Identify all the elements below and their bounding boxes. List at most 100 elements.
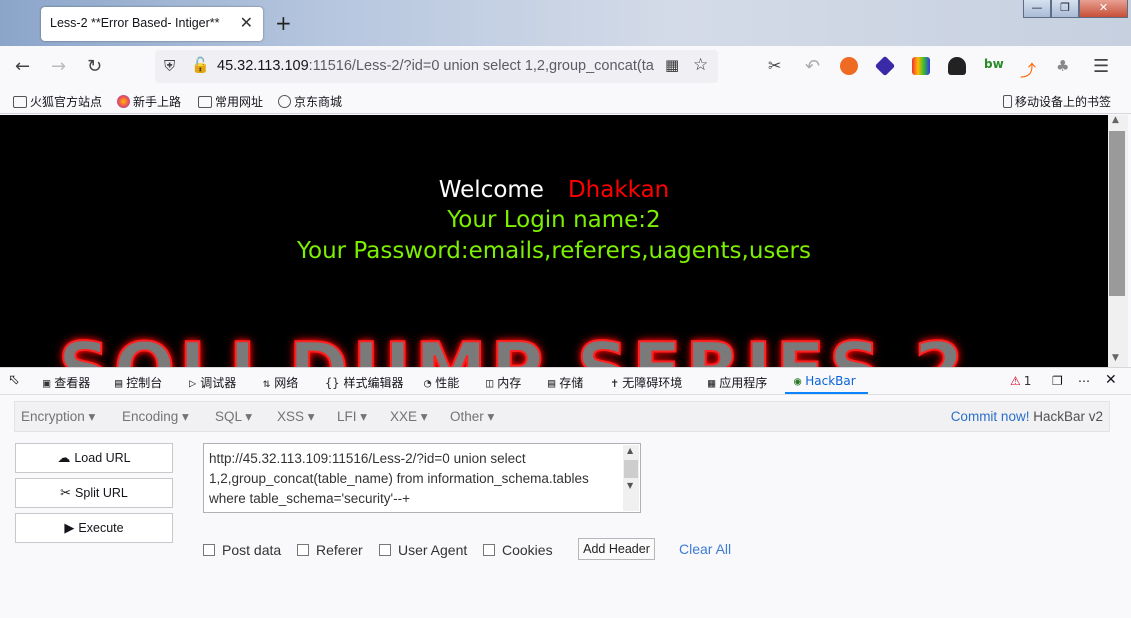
- referer-checkbox[interactable]: Referer: [297, 542, 363, 558]
- scroll-thumb[interactable]: [624, 460, 638, 478]
- dock-icon[interactable]: ❐: [1052, 374, 1063, 388]
- hackbar-menu: Encryption ▾ Encoding ▾ SQL ▾ XSS ▾ LFI …: [14, 401, 1110, 432]
- scroll-up-icon[interactable]: ▲: [1112, 115, 1119, 125]
- page-scrollbar[interactable]: ▲ ▼: [1108, 115, 1128, 367]
- browser-tab[interactable]: Less-2 **Error Based- Intiger** ✕: [41, 7, 263, 41]
- reload-icon[interactable]: ↻: [87, 56, 102, 77]
- user-agent-checkbox[interactable]: User Agent: [379, 542, 467, 558]
- element-picker-icon[interactable]: ⬁: [8, 372, 20, 388]
- window-close-button[interactable]: ✕: [1079, 0, 1128, 18]
- tab-network[interactable]: ⇅ 网络: [263, 374, 298, 391]
- bookmark-label: 移动设备上的书签: [1015, 95, 1112, 109]
- textarea-scrollbar[interactable]: ▲ ▼: [623, 445, 639, 511]
- mobile-icon: [1003, 95, 1012, 108]
- welcome-line: Welcome Dhakkan: [0, 177, 1108, 203]
- tab-application[interactable]: ▦ 应用程序: [708, 374, 767, 391]
- bookmark-item[interactable]: 常用网址: [198, 93, 263, 110]
- undo-icon[interactable]: ↶: [805, 56, 820, 77]
- active-tab-indicator: [785, 392, 868, 394]
- split-url-button[interactable]: ✂ Split URL: [15, 478, 173, 508]
- cookies-checkbox[interactable]: Cookies: [483, 542, 553, 558]
- scroll-up-icon[interactable]: ▲: [627, 446, 633, 455]
- extension-bw-icon[interactable]: bw: [984, 57, 1004, 75]
- devtools-tabs: ⬁ ▣ 查看器 ▤ 控制台 ▷ 调试器 ⇅ 网络 {} 样式编辑器 ◔ 性能 ◫ 内存 ▤ 存储…: [0, 368, 1131, 395]
- url-path: :11516/Less-2/?id=0 union select 1,2,gro…: [308, 58, 654, 74]
- address-bar[interactable]: ⛨ 🔓 45.32.113.109:11516/Less-2/?id=0 uni…: [155, 50, 718, 83]
- tab-performance[interactable]: ◔ 性能: [424, 374, 459, 391]
- error-badge[interactable]: ⚠ 1: [1010, 374, 1031, 388]
- play-icon: ▶: [64, 520, 75, 535]
- bookmark-label: 京东商城: [294, 95, 343, 109]
- tab-storage[interactable]: ▤ 存储: [548, 374, 583, 391]
- bookmark-item[interactable]: 火狐官方站点: [13, 93, 102, 110]
- performance-icon: ◔: [424, 376, 432, 390]
- tab-style-editor[interactable]: {} 样式编辑器: [325, 374, 403, 391]
- tab-memory[interactable]: ◫ 内存: [486, 374, 521, 391]
- extension-purple-icon[interactable]: [874, 55, 896, 77]
- back-icon[interactable]: ←: [15, 56, 30, 77]
- window-maximize-button[interactable]: ❐: [1051, 0, 1079, 18]
- commit-link[interactable]: Commit now!: [951, 409, 1030, 424]
- storage-icon: ▤: [548, 376, 556, 390]
- close-devtools-icon[interactable]: ✕: [1105, 372, 1117, 388]
- tab-close-icon[interactable]: ✕: [240, 13, 253, 32]
- scroll-down-icon[interactable]: ▼: [1112, 353, 1119, 363]
- checkbox-box[interactable]: [483, 544, 495, 556]
- password-text: Your Password:emails,referers,uagents,us…: [297, 238, 811, 264]
- hackbar-version: HackBar v2: [1033, 409, 1103, 424]
- accessibility-icon: ✝: [611, 376, 619, 390]
- bookmark-star-icon[interactable]: ☆: [693, 55, 708, 75]
- firefox-icon: [117, 95, 130, 108]
- tab-inspector[interactable]: ▣ 查看器: [43, 374, 90, 391]
- user-name: Dhakkan: [567, 177, 670, 203]
- menu-xxe[interactable]: XXE ▾: [390, 409, 428, 425]
- checkbox-box[interactable]: [379, 544, 391, 556]
- extension-multicolor-icon[interactable]: [912, 57, 930, 75]
- tab-console[interactable]: ▤ 控制台: [115, 374, 162, 391]
- error-icon: ⚠: [1010, 374, 1021, 388]
- menu-icon[interactable]: ☰: [1093, 56, 1109, 77]
- load-url-button[interactable]: ☁ Load URL: [15, 443, 173, 473]
- checkbox-box[interactable]: [203, 544, 215, 556]
- extension-hackbar-icon[interactable]: ⤴: [1020, 57, 1038, 80]
- qr-code-icon[interactable]: ▦: [665, 56, 679, 74]
- more-options-icon[interactable]: ⋯: [1078, 374, 1090, 388]
- bookmark-item[interactable]: 新手上路: [117, 93, 181, 110]
- bookmark-item[interactable]: 京东商城: [278, 93, 342, 110]
- tab-accessibility[interactable]: ✝ 无障碍环境: [611, 374, 682, 391]
- cloud-download-icon: ☁: [57, 450, 71, 465]
- execute-button[interactable]: ▶ Execute: [15, 513, 173, 543]
- new-tab-button[interactable]: +: [275, 11, 292, 35]
- url-textarea[interactable]: http://45.32.113.109:11516/Less-2/?id=0 …: [203, 443, 641, 513]
- crop-icon[interactable]: ✂: [768, 56, 781, 75]
- scroll-thumb[interactable]: [1109, 131, 1125, 296]
- insecure-lock-icon[interactable]: 🔓: [191, 56, 210, 74]
- bookmark-label: 新手上路: [133, 95, 182, 109]
- forward-icon[interactable]: →: [51, 56, 66, 77]
- bookmark-item[interactable]: 移动设备上的书签: [1003, 93, 1111, 110]
- menu-sql[interactable]: SQL ▾: [215, 409, 252, 425]
- web-page: Welcome Dhakkan Your Login name:2 Your Pa…: [0, 115, 1108, 367]
- menu-encoding[interactable]: Encoding ▾: [122, 409, 189, 425]
- shield-icon[interactable]: ⛨: [164, 57, 175, 75]
- menu-encryption[interactable]: Encryption ▾: [21, 409, 95, 425]
- menu-lfi[interactable]: LFI ▾: [337, 409, 367, 425]
- tab-debugger[interactable]: ▷ 调试器: [189, 374, 236, 391]
- menu-other[interactable]: Other ▾: [450, 409, 494, 425]
- bookmark-label: 常用网址: [215, 95, 264, 109]
- login-name-text: Your Login name:2: [447, 207, 661, 233]
- post-data-checkbox[interactable]: Post data: [203, 542, 281, 558]
- commit-text: Commit now! HackBar v2: [951, 409, 1103, 424]
- tab-hackbar[interactable]: ◉ HackBar: [794, 374, 856, 388]
- clear-all-link[interactable]: Clear All: [679, 541, 731, 557]
- add-header-button[interactable]: Add Header: [578, 538, 655, 560]
- window-minimize-button[interactable]: —: [1023, 0, 1051, 18]
- folder-icon: [13, 96, 27, 108]
- extension-puzzle-icon[interactable]: ♣: [1056, 57, 1074, 75]
- extension-orange-icon[interactable]: [840, 57, 858, 75]
- extension-spy-icon[interactable]: [948, 57, 966, 75]
- menu-xss[interactable]: XSS ▾: [277, 409, 315, 425]
- scroll-down-icon[interactable]: ▼: [627, 481, 633, 490]
- url-text[interactable]: 45.32.113.109:11516/Less-2/?id=0 union s…: [217, 58, 667, 74]
- checkbox-box[interactable]: [297, 544, 309, 556]
